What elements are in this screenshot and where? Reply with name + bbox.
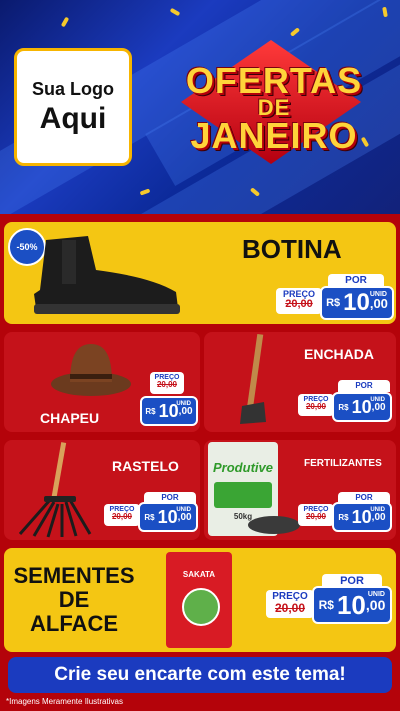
currency: R$: [145, 406, 156, 416]
old-price-value: 20,00: [305, 402, 327, 411]
new-price: R$ 10 ,00 UNID: [320, 286, 394, 320]
product-card-fertilizantes[interactable]: Produtive 50kg FERTILIZANTES POR PREÇO 2…: [204, 440, 396, 540]
product-card-botina[interactable]: -50% BOTINA POR PREÇO 20,00 R$ 10 ,00 UN…: [4, 222, 396, 324]
price-int: 10: [336, 589, 366, 620]
logo-text-line1: Sua Logo: [32, 78, 114, 99]
price-tag: POR PREÇO 20,00 R$ 10 ,00 UNID: [266, 574, 392, 626]
product-name-line2: DE: [58, 587, 90, 612]
old-price-value: 20,00: [274, 601, 306, 615]
price-dec: ,00: [371, 401, 386, 413]
old-price: PREÇO 20,00: [298, 504, 334, 526]
title-line3: JANEIRO: [190, 115, 358, 156]
unit-label: UNID: [370, 397, 385, 403]
boot-icon: [34, 236, 180, 314]
disclaimer-text: *Imagens Meramente Ilustrativas: [6, 697, 123, 706]
bag-brand: Produtive: [213, 460, 273, 475]
new-price: R$ 10 ,00 UNID: [332, 502, 392, 532]
price-dec: ,00: [371, 511, 386, 523]
currency: R$: [144, 512, 155, 522]
new-price: R$ 10 ,00 UNID: [332, 392, 392, 422]
price-tag: POR PREÇO 20,00 R$ 10 ,00 UNID: [298, 380, 392, 426]
price-dec: ,00: [177, 511, 192, 523]
old-price: PREÇO 20,00: [150, 372, 184, 394]
promo-title: OFERTAS DE JANEIRO: [156, 40, 392, 170]
product-name: FERTILIZANTES: [304, 458, 382, 469]
currency: R$: [326, 297, 341, 309]
old-price: PREÇO 20,00: [298, 394, 334, 416]
product-name: BOTINA: [242, 234, 342, 264]
product-name: ENCHADA: [304, 346, 374, 362]
old-price-value: 20,00: [156, 380, 178, 389]
confetti-icon: [139, 188, 151, 196]
price-int: 10: [157, 506, 178, 527]
confetti-icon: [169, 7, 181, 17]
price-dec: ,00: [365, 597, 386, 613]
new-price: R$ 10 ,00 UNID: [138, 502, 198, 532]
new-price: R$ 10 ,00 UNID: [312, 586, 392, 624]
unit-label: UNID: [369, 291, 387, 298]
por-label: POR: [338, 380, 390, 392]
logo-text-line2: Aqui: [39, 101, 107, 135]
product-card-sementes[interactable]: SEMENTES DE ALFACE SAKATA POR PREÇO 20,0…: [4, 548, 396, 652]
rake-icon: [18, 442, 92, 538]
price-int: 10: [351, 506, 372, 527]
price-dec: ,00: [178, 405, 193, 417]
product-name-line3: ALFACE: [30, 611, 118, 636]
new-price: R$ 10 ,00 UNID: [140, 396, 198, 426]
currency: R$: [338, 512, 349, 522]
bag-label-stripe: [214, 482, 272, 508]
pack-brand: SAKATA: [182, 570, 216, 579]
price-tag: POR PREÇO 20,00 R$ 10 ,00 UNID: [298, 492, 392, 536]
seed-packet-icon: SAKATA: [166, 552, 232, 648]
old-price-value: 20,00: [305, 512, 327, 521]
hoe-icon: [240, 333, 266, 424]
header-banner: Sua Logo Aqui OFERTAS DE JANEIRO: [0, 0, 400, 214]
logo-placeholder[interactable]: Sua Logo Aqui: [14, 48, 132, 166]
product-name: RASTELO: [112, 458, 179, 474]
product-card-enchada[interactable]: ENCHADA POR PREÇO 20,00 R$ 10 ,00 UNID: [204, 332, 396, 432]
price-int: 10: [351, 396, 372, 417]
product-name: CHAPEU: [40, 410, 100, 426]
unit-label: UNID: [176, 507, 191, 513]
price-tag: POR PREÇO 20,00 R$ 10 ,00 UNID: [104, 492, 198, 536]
old-price-value: 20,00: [111, 512, 133, 521]
unit-label: UNID: [370, 507, 385, 513]
old-price-value: 20,00: [285, 298, 313, 310]
currency: R$: [318, 598, 334, 612]
price-int: 10: [343, 289, 370, 316]
fertilizer-pile-icon: [248, 516, 300, 534]
product-name: SEMENTES DE ALFACE: [4, 564, 144, 636]
price-tag: POR PREÇO 20,00 R$ 10 ,00 UNID: [276, 274, 394, 320]
currency: R$: [338, 402, 349, 412]
product-card-chapeu[interactable]: CHAPEU PREÇO 20,00 R$ 10 ,00 UNID: [4, 332, 200, 432]
unit-label: UNID: [176, 401, 191, 407]
cta-button[interactable]: Crie seu encarte com este tema!: [8, 657, 392, 693]
lettuce-icon: [182, 588, 220, 626]
old-price: PREÇO 20,00: [104, 504, 140, 526]
price-tag: PREÇO 20,00 R$ 10 ,00 UNID: [122, 372, 198, 428]
product-card-rastelo[interactable]: RASTELO POR PREÇO 20,00 R$ 10 ,00 UNID: [4, 440, 200, 540]
old-price: PREÇO 20,00: [276, 288, 322, 314]
old-price: PREÇO 20,00: [266, 590, 314, 618]
unit-label: UNID: [367, 591, 385, 598]
product-name-line1: SEMENTES: [13, 563, 135, 588]
confetti-icon: [60, 16, 70, 28]
